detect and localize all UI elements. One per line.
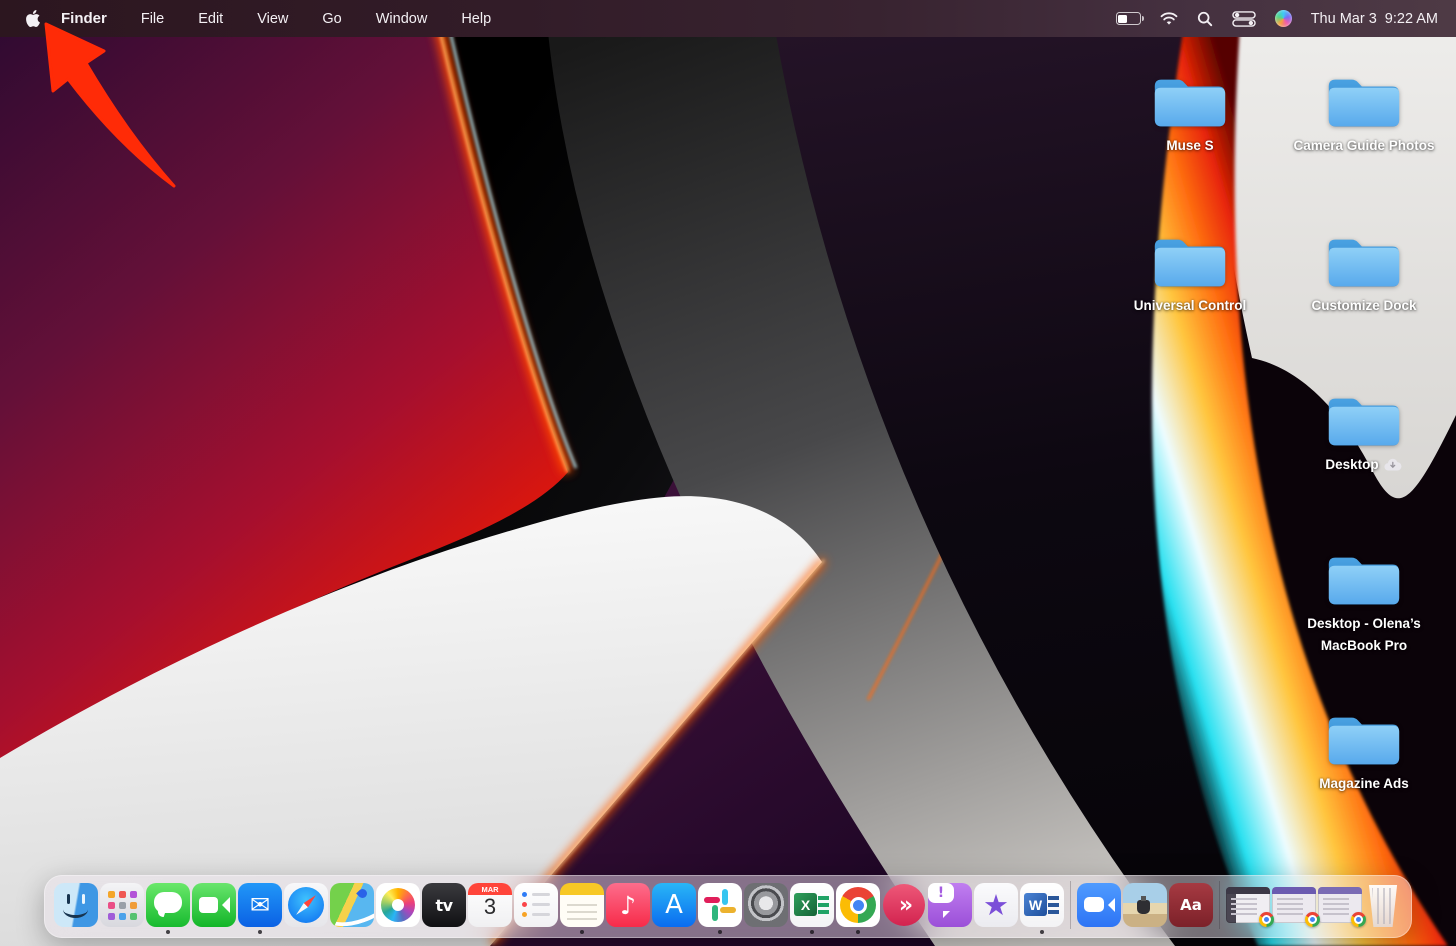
desktop-folder-desktop[interactable]: Desktop [1279,389,1449,476]
running-indicator [810,930,814,934]
folder-label: Universal Control [1133,298,1247,313]
dock-imovie[interactable]: ★ [974,883,1018,927]
menu-items: File Edit View Go Window Help [124,11,508,27]
control-center-icon[interactable] [1231,10,1256,27]
clock-date: Thu Mar 3 [1310,10,1377,27]
folder-label: Desktop [1279,454,1449,476]
folder-icon [1328,398,1400,446]
icloud-status-icon [1384,458,1402,471]
running-indicator [1040,930,1044,934]
desktop-folder-universal-control[interactable]: Universal Control [1105,230,1275,317]
dock-mail[interactable]: ✉ [238,883,282,934]
dock-divider [1070,881,1071,929]
battery-icon[interactable] [1115,12,1145,25]
desktop-folder-magazine-ads[interactable]: Magazine Ads [1279,708,1449,795]
dock-appletv[interactable]: tv [422,883,466,927]
dock-minwin1[interactable] [1226,887,1274,927]
dock-skitch[interactable]: » [882,883,926,927]
menu-bar-clock[interactable]: Thu Mar 3 9:22 AM [1311,11,1438,27]
folder-icon [1328,717,1400,765]
menu-bar-left: Finder File Edit View Go Window Help [0,10,508,28]
spotlight-search-icon[interactable] [1197,11,1213,27]
dock: ✉ tv MAR 3 ♪ A X »! ★ W Aa [44,875,1412,938]
folder-label: Camera Guide Photos [1293,138,1435,153]
folder-icon [1328,79,1400,127]
folder-label: Desktop - Olena’s MacBook Pro [1307,616,1421,654]
wifi-icon[interactable] [1160,11,1178,26]
dock-feedback[interactable]: ! [928,883,972,927]
dock-finder[interactable] [54,883,98,927]
menu-file[interactable]: File [141,11,164,27]
dock-excel[interactable]: X [790,883,834,934]
folder-label: Magazine Ads [1319,776,1409,791]
dock-messages[interactable] [146,883,190,934]
desktop-folder-customize-dock[interactable]: Customize Dock [1279,230,1449,317]
running-indicator [718,930,722,934]
running-indicator [166,930,170,934]
desktop-folder-muse-s[interactable]: Muse S [1105,70,1275,157]
folder-icon [1328,557,1400,605]
dock-minwin3[interactable] [1318,887,1366,927]
dock-reminders[interactable] [514,883,558,927]
dock-preview[interactable] [1123,883,1167,927]
app-menu-finder[interactable]: Finder [61,10,107,27]
menu-help[interactable]: Help [461,11,491,27]
dock-notes[interactable] [560,883,604,934]
running-indicator [856,930,860,934]
running-indicator [580,930,584,934]
folder-icon [1154,79,1226,127]
folder-icon [1328,239,1400,287]
clock-time: 9:22 AM [1384,10,1438,27]
menu-go[interactable]: Go [322,11,341,27]
dock-word[interactable]: W [1020,883,1064,934]
apple-logo-icon [26,10,40,27]
running-indicator [258,930,262,934]
desktop-folders: Muse S Camera Guide Photos Universal Contr… [0,0,1456,946]
siri-icon[interactable] [1274,10,1292,27]
dock-calendar[interactable]: MAR 3 [468,883,512,927]
dock-maps[interactable] [330,883,374,927]
dock-photos[interactable] [376,883,420,927]
menu-bar-status: Thu Mar 3 9:22 AM [1115,10,1456,27]
dock-appstore[interactable]: A [652,883,696,927]
dock-dictionary[interactable]: Aa [1169,883,1213,927]
menu-bar: Finder File Edit View Go Window Help Thu Mar … [0,0,1456,37]
menu-window[interactable]: Window [376,11,428,27]
dock-sysprefs[interactable] [744,883,788,927]
dock-minwin2[interactable] [1272,887,1320,927]
chrome-badge-icon [1351,912,1366,927]
folder-icon [1154,239,1226,287]
desktop-folder-desktop-olena-s-macbook-pro[interactable]: Desktop - Olena’s MacBook Pro [1279,548,1449,658]
dock-launchpad[interactable] [100,883,144,927]
folder-label: Customize Dock [1311,298,1417,313]
chrome-badge-icon [1259,912,1274,927]
chrome-badge-icon [1305,912,1320,927]
dock-trash[interactable] [1364,883,1402,927]
apple-menu[interactable] [26,10,41,28]
dock-safari[interactable] [284,883,328,927]
menu-view[interactable]: View [257,11,288,27]
desktop-folder-camera-guide-photos[interactable]: Camera Guide Photos [1279,70,1449,157]
dock-slack[interactable] [698,883,742,934]
dock-divider [1219,881,1220,929]
dock-chrome[interactable] [836,883,880,934]
folder-label: Muse S [1166,138,1214,153]
dock-zoomapp[interactable] [1077,883,1121,927]
dock-music[interactable]: ♪ [606,883,650,927]
dock-facetime[interactable] [192,883,236,927]
menu-edit[interactable]: Edit [198,11,223,27]
